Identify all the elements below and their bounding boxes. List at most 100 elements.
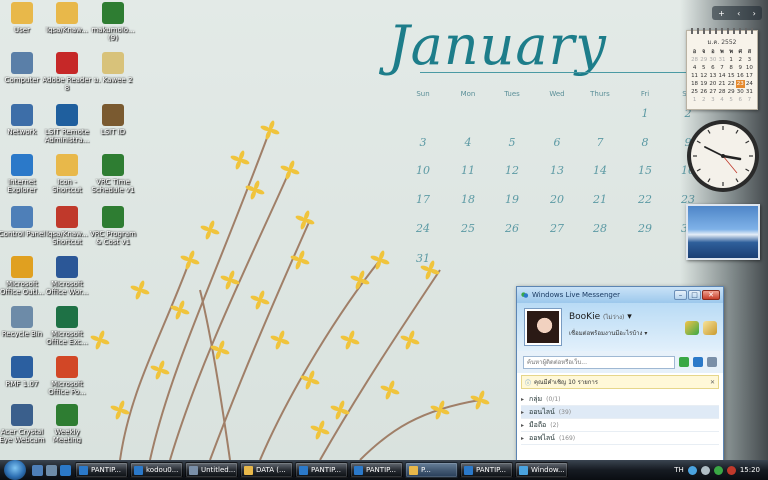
calendar-gadget-day[interactable]: 2 [699, 96, 708, 104]
sidebar-prev-button[interactable]: ‹ [737, 9, 740, 18]
calendar-gadget-day[interactable]: 4 [690, 64, 699, 72]
maximize-button[interactable]: □ [688, 290, 701, 300]
calendar-gadget-day[interactable]: 10 [745, 64, 754, 72]
desktop-shortcut[interactable]: Network [0, 104, 47, 136]
contact-group[interactable]: ▸ ออฟไลน์ (169) [521, 432, 719, 445]
taskbar-window-button[interactable]: PANTIP... [75, 462, 128, 478]
desktop-shortcut[interactable]: lqsa/Knaw... Shortcut [42, 206, 92, 246]
show-desktop-icon[interactable] [32, 464, 43, 476]
chevron-down-icon[interactable]: ▾ [627, 312, 632, 322]
network-tray-icon[interactable] [687, 465, 697, 475]
contact-search-input[interactable] [523, 355, 675, 369]
close-button[interactable]: ✕ [702, 290, 720, 300]
calendar-gadget-day[interactable]: 29 [727, 88, 736, 96]
desktop-shortcut[interactable]: Microsoft Office Wor... [42, 256, 92, 296]
add-contact-icon[interactable] [679, 357, 689, 367]
desktop-shortcut[interactable]: LSIT Remote Administra... [42, 104, 92, 144]
personal-message[interactable]: เชื่อมต่อพร้อมงานมีอะไรบ้าง ▾ [569, 328, 647, 338]
calendar-gadget[interactable]: ม.ค. 2552 อจอพพศส 28 29 30 31 1 2 3 4 5 6 7 8 9 10 11 12… [686, 28, 758, 110]
desktop-shortcut[interactable]: Acer Crystal Eye Webcam [0, 404, 47, 444]
desktop-shortcut[interactable]: Weekly Meeting [42, 404, 92, 444]
desktop-shortcut[interactable]: ม. Kawee 2 [88, 52, 138, 84]
contact-group[interactable]: ▸ ออนไลน์ (39) [521, 406, 719, 419]
volume-tray-icon[interactable] [700, 465, 710, 475]
language-indicator[interactable]: TH [674, 466, 684, 474]
contact-group[interactable]: ▸ กลุ่ม (0/1) [521, 393, 719, 406]
clock-time[interactable]: 15:20 [740, 466, 760, 474]
show-menu-icon[interactable] [693, 357, 703, 367]
minimize-button[interactable]: – [674, 290, 687, 300]
calendar-gadget-day[interactable]: 7 [745, 96, 754, 104]
desktop-shortcut[interactable]: Control Panel [0, 206, 47, 238]
expand-arrow-icon[interactable]: ▸ [521, 435, 529, 442]
desktop-shortcut[interactable]: Microsoft Office Exc... [42, 306, 92, 346]
calendar-gadget-day[interactable]: 23 [735, 80, 745, 88]
calendar-gadget-day[interactable]: 24 [745, 80, 754, 88]
calendar-gadget-day[interactable]: 16 [736, 72, 745, 80]
calendar-gadget-day[interactable]: 5 [699, 64, 708, 72]
chevron-down-icon[interactable]: ▾ [644, 330, 647, 337]
expand-arrow-icon[interactable]: ▸ [521, 396, 529, 403]
contact-group[interactable]: ▸ มือถือ (2) [521, 419, 719, 432]
desktop-shortcut[interactable]: VRC Program & Cost v1 [88, 206, 138, 246]
calendar-gadget-day[interactable]: 12 [699, 72, 708, 80]
inbox-icon[interactable] [703, 321, 717, 335]
calendar-gadget-day[interactable]: 1 [727, 56, 736, 64]
desktop-shortcut[interactable]: Adobe Reader 8 [42, 52, 92, 92]
expand-arrow-icon[interactable]: ▸ [521, 409, 529, 416]
desktop-shortcut[interactable]: Computer [0, 52, 47, 84]
calendar-gadget-day[interactable]: 2 [736, 56, 745, 64]
start-button[interactable] [4, 460, 26, 480]
taskbar-window-button[interactable]: DATA (... [240, 462, 293, 478]
desktop-shortcut[interactable]: makumolo... (9) [88, 2, 138, 42]
calendar-gadget-day[interactable]: 29 [699, 56, 708, 64]
security-tray-icon[interactable] [726, 465, 736, 475]
desktop-shortcut[interactable]: VRC Time Schedule v1 [88, 154, 138, 194]
calendar-gadget-day[interactable]: 20 [708, 80, 717, 88]
calendar-gadget-day[interactable]: 8 [727, 64, 736, 72]
calendar-gadget-day[interactable]: 3 [708, 96, 717, 104]
calendar-gadget-day[interactable]: 31 [717, 56, 726, 64]
taskbar-window-button[interactable]: PANTIP... [295, 462, 348, 478]
slideshow-gadget[interactable] [686, 204, 760, 260]
calendar-gadget-day[interactable]: 19 [699, 80, 708, 88]
calendar-gadget-day[interactable]: 11 [690, 72, 699, 80]
calendar-gadget-day[interactable]: 15 [727, 72, 736, 80]
desktop-shortcut[interactable]: RMF 1.07 [0, 356, 47, 388]
desktop-shortcut[interactable]: Icon - Shortcut [42, 154, 92, 194]
sidebar-add-gadget-button[interactable]: + [718, 9, 725, 18]
taskbar-window-button[interactable]: PANTIP... [460, 462, 513, 478]
calendar-gadget-day[interactable]: 18 [690, 80, 699, 88]
sidebar-next-button[interactable]: › [753, 9, 756, 18]
calendar-gadget-day[interactable]: 31 [745, 88, 754, 96]
messenger-tray-icon[interactable] [713, 465, 723, 475]
invitation-notice[interactable]: ⓘ คุณมีคำเชิญ 10 รายการ ✕ [521, 375, 719, 389]
calendar-gadget-day[interactable]: 7 [717, 64, 726, 72]
calendar-gadget-day[interactable]: 5 [727, 96, 736, 104]
desktop-shortcut[interactable]: User [0, 2, 47, 34]
calendar-gadget-day[interactable]: 26 [699, 88, 708, 96]
calendar-gadget-day[interactable]: 25 [690, 88, 699, 96]
taskbar-window-button[interactable]: kodou0... [130, 462, 183, 478]
calendar-gadget-day[interactable]: 28 [717, 88, 726, 96]
clock-gadget[interactable] [685, 118, 761, 194]
calendar-gadget-day[interactable]: 21 [717, 80, 726, 88]
expand-arrow-icon[interactable]: ▸ [521, 422, 529, 429]
calendar-gadget-day[interactable]: 17 [745, 72, 754, 80]
switch-windows-icon[interactable] [46, 464, 57, 476]
calendar-gadget-day[interactable]: 13 [708, 72, 717, 80]
display-name[interactable]: BooKie (ไม่ว่าง) ▾ [569, 312, 632, 322]
avatar[interactable] [525, 309, 561, 345]
music-icon[interactable] [685, 321, 699, 335]
desktop-shortcut[interactable]: lqsa/Knaw... [42, 2, 92, 34]
internet-explorer-icon[interactable] [60, 464, 71, 476]
calendar-gadget-day[interactable]: 14 [717, 72, 726, 80]
taskbar-window-button[interactable]: Window... [515, 462, 568, 478]
calendar-gadget-day[interactable]: 6 [708, 64, 717, 72]
taskbar-window-button[interactable]: P... [405, 462, 458, 478]
calendar-gadget-day[interactable]: 3 [745, 56, 754, 64]
calendar-gadget-day[interactable]: 30 [736, 88, 745, 96]
desktop-shortcut[interactable]: LSIT ID [88, 104, 138, 136]
desktop-shortcut[interactable]: Recycle Bin [0, 306, 47, 338]
calendar-gadget-day[interactable]: 4 [717, 96, 726, 104]
